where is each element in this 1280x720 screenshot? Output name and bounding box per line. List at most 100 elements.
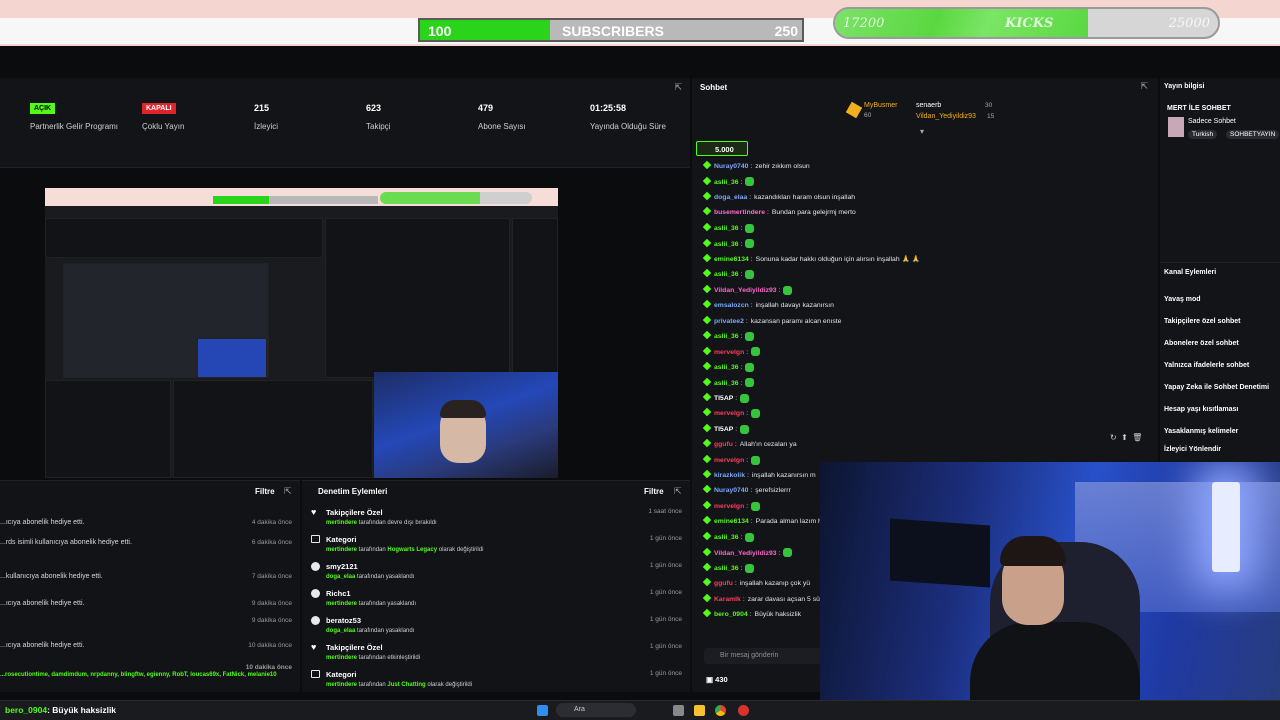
popout-icon[interactable]: ⇱ [1140, 81, 1148, 92]
chat-username[interactable]: busemertindere [714, 209, 765, 216]
moderator-name[interactable]: mertindere [326, 655, 357, 661]
chat-username[interactable]: emine6134 [714, 256, 749, 263]
action-ai-moderation[interactable]: Yapay Zeka ile Sohbet Denetimi [1164, 384, 1269, 391]
filter-button[interactable]: Filtre [644, 487, 664, 496]
chat-username[interactable]: aslii_36 [714, 241, 739, 248]
filter-button[interactable]: Filtre [255, 487, 275, 496]
popout-icon[interactable]: ⇱ [674, 486, 682, 497]
stat-uptime: 01:25:58 Yayında Olduğu Süre [590, 103, 666, 131]
stat-value: 479 [478, 103, 494, 113]
badge-icon [702, 315, 712, 324]
chat-username[interactable]: kirazkolik [714, 472, 745, 479]
chat-username[interactable]: aslii_36 [714, 534, 739, 541]
action-emotes-only[interactable]: Yalnızca ifadelerle sohbet [1164, 362, 1249, 369]
chat-username[interactable]: Karamlk [714, 596, 741, 603]
chat-username[interactable]: aslii_36 [714, 364, 739, 371]
chat-message: Nuray0740: şerefsizlerrr [702, 485, 791, 494]
chat-username[interactable]: mervelgn [714, 457, 744, 464]
stat-value: 623 [366, 103, 382, 113]
chat-username[interactable]: Nuray0740 [714, 487, 748, 494]
chat-username[interactable]: TI5AP [714, 426, 733, 433]
chat-username[interactable]: aslii_36 [714, 380, 739, 387]
chat-username[interactable]: mervelgn [714, 349, 744, 356]
chat-username[interactable]: Vildan_Yediyildiz93 [714, 550, 777, 557]
chat-username[interactable]: Nuray0740 [714, 163, 748, 170]
chat-username[interactable]: privatee2 [714, 318, 744, 325]
badge-icon [702, 423, 712, 433]
message-actions[interactable]: ↻ ⬆ 🗑 [1110, 433, 1142, 442]
badge-icon [702, 299, 712, 309]
chat-username[interactable]: ggufu [714, 580, 733, 587]
chat-username[interactable]: aslii_36 [714, 179, 739, 186]
chat-username[interactable]: TI5AP [714, 395, 733, 402]
chat-separator: : [746, 472, 749, 479]
chat-username[interactable]: mervelgn [714, 410, 744, 417]
emote-icon [751, 501, 761, 511]
chat-separator: : [740, 534, 743, 542]
chat-username[interactable]: aslii_36 [714, 333, 739, 340]
chat-message: aslii_36: [702, 531, 755, 542]
chat-text: inşallah kazanırsın m [751, 472, 816, 479]
file-explorer-icon[interactable] [694, 705, 705, 716]
action-account-age[interactable]: Hesap yaşı kısıtlaması [1164, 406, 1238, 413]
webcam-streamer-hair [1000, 536, 1066, 566]
action-subscribers-only[interactable]: Abonelere özel sohbet [1164, 340, 1239, 347]
chat-username[interactable]: bero_0904 [714, 611, 748, 618]
task-view-icon[interactable] [673, 705, 684, 716]
leader-name[interactable]: senaerb [916, 102, 941, 109]
stat-partner: AÇIK Partnerlik Gelir Programı [30, 103, 118, 131]
subscriber-goal-target: 250 [774, 23, 798, 39]
chat-text: Parada alman lazım ha [755, 518, 826, 526]
chat-username[interactable]: mervelgn [714, 503, 744, 510]
chat-separator: : [750, 255, 753, 263]
chat-separator: : [750, 163, 753, 170]
moderator-name[interactable]: mertindere [326, 601, 357, 607]
badge-icon [702, 547, 712, 556]
chat-message: aslii_36: [702, 176, 755, 187]
moderator-name[interactable]: mertindere [326, 547, 357, 553]
stat-label: Partnerlik Gelir Programı [30, 122, 119, 131]
action-banned-words[interactable]: Yasaklanmış kelimeler [1164, 428, 1238, 435]
popout-icon[interactable]: ⇱ [674, 82, 682, 93]
leader-name[interactable]: MyBusmer [864, 102, 897, 109]
leader-name[interactable]: Vildan_Yediyildiz93 [916, 113, 976, 120]
chat-username[interactable]: ggufu [714, 441, 733, 448]
popout-icon[interactable]: ⇱ [284, 486, 292, 497]
chat-separator: : [767, 209, 769, 217]
chat-username[interactable]: emsalozcn [714, 302, 749, 309]
badge-icon [702, 191, 712, 201]
subscriber-goal-bar: 100 SUBSCRIBERS 250 [418, 18, 804, 42]
action-raid[interactable]: İzleyici Yönlendir [1164, 446, 1221, 453]
category-thumbnail [1168, 117, 1184, 137]
tag[interactable]: SOHBETYAYIN [1226, 130, 1280, 139]
event-time: 7 dakika önce [251, 573, 292, 580]
chat-username[interactable]: aslii_36 [714, 565, 739, 572]
chat-username[interactable]: aslii_36 [714, 225, 739, 232]
chat-username[interactable]: emine6134 [714, 518, 749, 525]
taskbar-search[interactable]: Ara [556, 703, 636, 717]
preview-nested-cam [197, 338, 267, 378]
chat-message: busemertindere: Bundan para gelejrmj mert… [702, 207, 856, 217]
chrome-icon[interactable] [715, 705, 726, 716]
app-icon[interactable] [738, 705, 749, 716]
chat-separator: : [750, 518, 753, 526]
badge-icon [702, 408, 712, 417]
tag[interactable]: Turkish [1188, 130, 1218, 139]
chevron-down-icon[interactable]: ▾ [920, 127, 924, 136]
chat-username[interactable]: Vildan_Yediyildiz93 [714, 287, 777, 294]
moderator-name[interactable]: doga_elaa [326, 574, 355, 580]
moderator-name[interactable]: mertindere [326, 520, 357, 526]
chat-username[interactable]: aslii_36 [714, 271, 739, 278]
action-slow-mode[interactable]: Yavaş mod [1164, 296, 1201, 303]
stat-label: Abone Sayısı [478, 122, 526, 131]
moderator-name[interactable]: doga_elaa [326, 628, 355, 634]
pinned-gift[interactable]: 5.000 [696, 141, 748, 156]
chat-username[interactable]: doga_elaa [714, 194, 747, 201]
chat-input[interactable]: Bir mesaj gönderin [704, 648, 824, 664]
moderation-action: Richc1 mertindere tarafından yasaklandı … [311, 589, 682, 607]
windows-start-icon[interactable] [537, 705, 548, 716]
category-icon [311, 535, 320, 543]
leader-value: 60 [864, 112, 872, 119]
moderator-name[interactable]: mertindere [326, 682, 357, 688]
action-followers-only[interactable]: Takipçilere özel sohbet [1164, 318, 1241, 325]
